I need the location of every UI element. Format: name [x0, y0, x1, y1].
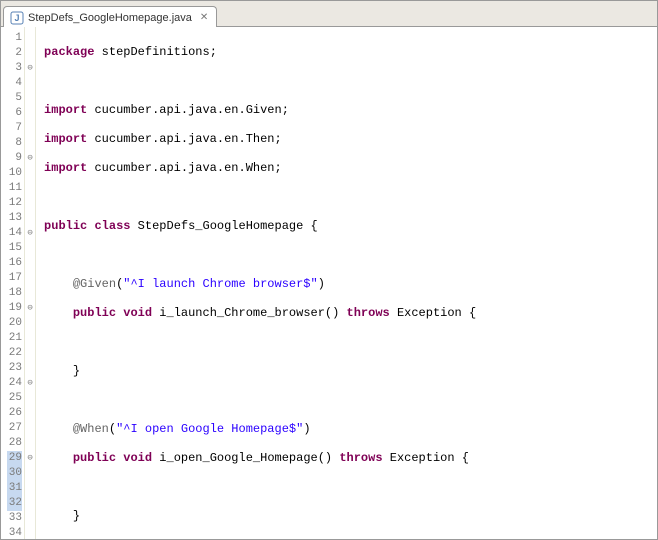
tab-title: StepDefs_GoogleHomepage.java: [28, 12, 192, 24]
code-line: @When("^I open Google Homepage$"): [44, 422, 649, 437]
line-number: 21: [7, 331, 22, 346]
line-number: 9: [7, 151, 22, 166]
code-line: [44, 538, 649, 539]
line-number: 33: [7, 511, 22, 526]
line-number: 17: [7, 271, 22, 286]
line-number: 32: [7, 496, 22, 511]
code-line: }: [44, 509, 649, 524]
line-number: 16: [7, 256, 22, 271]
code-line: [44, 393, 649, 408]
line-number: 14: [7, 226, 22, 241]
line-number: 6: [7, 106, 22, 121]
line-number: 8: [7, 136, 22, 151]
line-number: 11: [7, 181, 22, 196]
line-number: 15: [7, 241, 22, 256]
code-line: public void i_open_Google_Homepage() thr…: [44, 451, 649, 466]
editor-tab[interactable]: J StepDefs_GoogleHomepage.java ✕: [3, 6, 217, 27]
code-line: }: [44, 364, 649, 379]
line-number: 2: [7, 46, 22, 61]
fold-toggle-icon[interactable]: ⊖: [25, 376, 35, 391]
line-number: 25: [7, 391, 22, 406]
line-number: 20: [7, 316, 22, 331]
code-line: import cucumber.api.java.en.When;: [44, 161, 649, 176]
fold-marker-gutter: ⊖ ⊖ ⊖ ⊖ ⊖ ⊖: [25, 27, 36, 539]
svg-text:J: J: [14, 13, 19, 23]
line-number: 24: [7, 376, 22, 391]
code-line: [44, 248, 649, 263]
java-file-icon: J: [10, 11, 24, 25]
line-number: 3: [7, 61, 22, 76]
line-number: 34: [7, 526, 22, 539]
code-line: @Given("^I launch Chrome browser$"): [44, 277, 649, 292]
line-number: 13: [7, 211, 22, 226]
line-number-gutter: 1 2 3 4 5 6 7 8 9 10 11 12 13 14 15 16 1…: [1, 27, 25, 539]
fold-toggle-icon[interactable]: ⊖: [25, 61, 35, 76]
fold-toggle-icon[interactable]: ⊖: [25, 301, 35, 316]
line-number: 30: [7, 466, 22, 481]
line-number: 4: [7, 76, 22, 91]
tab-bar: J StepDefs_GoogleHomepage.java ✕: [1, 1, 657, 27]
line-number: 29: [7, 451, 22, 466]
line-number: 19: [7, 301, 22, 316]
code-line: public class StepDefs_GoogleHomepage {: [44, 219, 649, 234]
code-area[interactable]: package stepDefinitions; import cucumber…: [36, 27, 657, 539]
line-number: 27: [7, 421, 22, 436]
code-line: public void i_launch_Chrome_browser() th…: [44, 306, 649, 321]
fold-toggle-icon[interactable]: ⊖: [25, 151, 35, 166]
code-editor[interactable]: 1 2 3 4 5 6 7 8 9 10 11 12 13 14 15 16 1…: [1, 27, 657, 539]
line-number: 1: [7, 31, 22, 46]
line-number: 28: [7, 436, 22, 451]
line-number: 10: [7, 166, 22, 181]
line-number: 31: [7, 481, 22, 496]
close-icon[interactable]: ✕: [200, 12, 208, 23]
code-line: package stepDefinitions;: [44, 45, 649, 60]
code-line: [44, 74, 649, 89]
line-number: 7: [7, 121, 22, 136]
line-number: 18: [7, 286, 22, 301]
line-number: 26: [7, 406, 22, 421]
fold-toggle-icon[interactable]: ⊖: [25, 226, 35, 241]
line-number: 23: [7, 361, 22, 376]
code-line: import cucumber.api.java.en.Given;: [44, 103, 649, 118]
code-line: [44, 190, 649, 205]
line-number: 22: [7, 346, 22, 361]
fold-toggle-icon[interactable]: ⊖: [25, 451, 35, 466]
code-line: import cucumber.api.java.en.Then;: [44, 132, 649, 147]
code-line: [44, 335, 649, 350]
line-number: 12: [7, 196, 22, 211]
code-line: [44, 480, 649, 495]
line-number: 5: [7, 91, 22, 106]
